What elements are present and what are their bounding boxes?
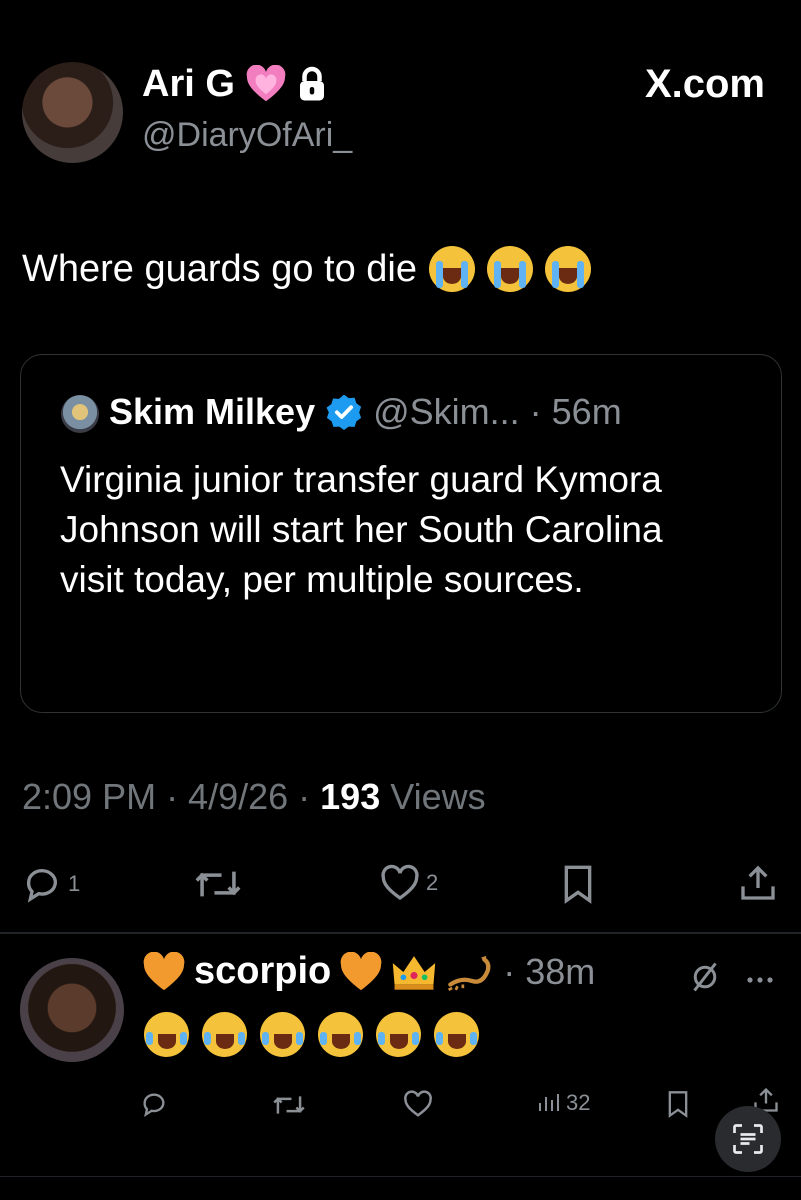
laughing-emoji-icon <box>260 1012 305 1057</box>
reply-display-name[interactable]: scorpio <box>194 950 331 993</box>
author-display-name[interactable]: Ari G <box>142 63 235 106</box>
laughing-emoji-icon <box>376 1012 421 1057</box>
quoted-name-row: Skim Milkey @Skim... · 56m <box>109 391 622 433</box>
reply-views[interactable]: 32 <box>536 1090 590 1116</box>
like-count: 2 <box>426 870 439 895</box>
post-timestamp[interactable]: 2:09 PM · 4/9/26 · <box>22 776 320 817</box>
post-meta: 2:09 PM · 4/9/26 · 193 Views <box>22 776 486 818</box>
author-handle[interactable]: @DiaryOfAri_ <box>142 116 352 155</box>
live-text-icon <box>730 1121 766 1157</box>
author-name-row: Ari G <box>142 62 327 106</box>
crying-emoji-icon <box>545 246 592 292</box>
bookmark-icon <box>560 864 596 904</box>
divider <box>0 932 801 934</box>
author-avatar[interactable] <box>22 62 123 163</box>
crown-icon <box>391 952 437 992</box>
bookmark-button[interactable] <box>560 864 596 904</box>
site-watermark: X.com <box>644 62 765 106</box>
post-text-row: Where guards go to die <box>22 246 592 292</box>
quoted-handle-time: @Skim... · 56m <box>373 391 622 432</box>
reply-repost-button[interactable] <box>273 1092 305 1123</box>
quoted-display-name[interactable]: Skim Milkey <box>109 391 315 433</box>
heart-icon <box>380 864 420 902</box>
orange-heart-icon <box>142 951 186 992</box>
views-count: 193 <box>320 776 381 817</box>
quoted-text: Virginia junior transfer guard Kymora Jo… <box>60 459 663 600</box>
repost-button[interactable] <box>195 866 241 902</box>
reply-action[interactable]: 1 <box>22 864 80 904</box>
live-text-button[interactable] <box>715 1106 781 1172</box>
crying-emoji-icon <box>487 246 534 292</box>
grok-icon[interactable] <box>690 960 720 999</box>
quoted-tweet-card[interactable]: Skim Milkey @Skim... · 56m Virginia juni… <box>20 354 782 713</box>
laughing-emoji-icon <box>202 1012 247 1057</box>
scorpion-icon <box>445 952 495 992</box>
reply-name-row: scorpio · 38m <box>142 950 595 993</box>
verified-badge-icon <box>325 393 363 431</box>
reply-bookmark-button[interactable] <box>666 1090 690 1123</box>
reply-count: 1 <box>68 871 81 896</box>
laughing-emoji-icon <box>144 1012 189 1057</box>
views-label: Views <box>380 776 486 817</box>
crying-emoji-icon <box>429 246 476 292</box>
share-button[interactable] <box>738 862 778 904</box>
reply-reply-button[interactable] <box>140 1090 168 1123</box>
quoted-author-avatar[interactable] <box>61 395 99 433</box>
views-icon <box>536 1091 560 1115</box>
reply-avatar[interactable] <box>20 958 124 1062</box>
bottom-divider <box>0 1176 801 1177</box>
share-icon <box>738 862 778 904</box>
laughing-emoji-icon <box>434 1012 479 1057</box>
repost-icon <box>195 866 241 902</box>
pink-heart-icon <box>245 65 287 103</box>
orange-heart-icon <box>339 951 383 992</box>
reply-like-button[interactable] <box>403 1090 433 1123</box>
lock-icon <box>297 66 327 102</box>
reply-time: · 38m <box>503 950 596 992</box>
reply-icon <box>22 864 62 904</box>
reply-views-count: 32 <box>566 1090 591 1115</box>
post-text: Where guards go to die <box>22 247 418 290</box>
reply-text-emojis <box>144 1012 479 1057</box>
more-options-icon[interactable] <box>745 972 775 990</box>
laughing-emoji-icon <box>318 1012 363 1057</box>
like-action[interactable]: 2 <box>380 864 438 902</box>
